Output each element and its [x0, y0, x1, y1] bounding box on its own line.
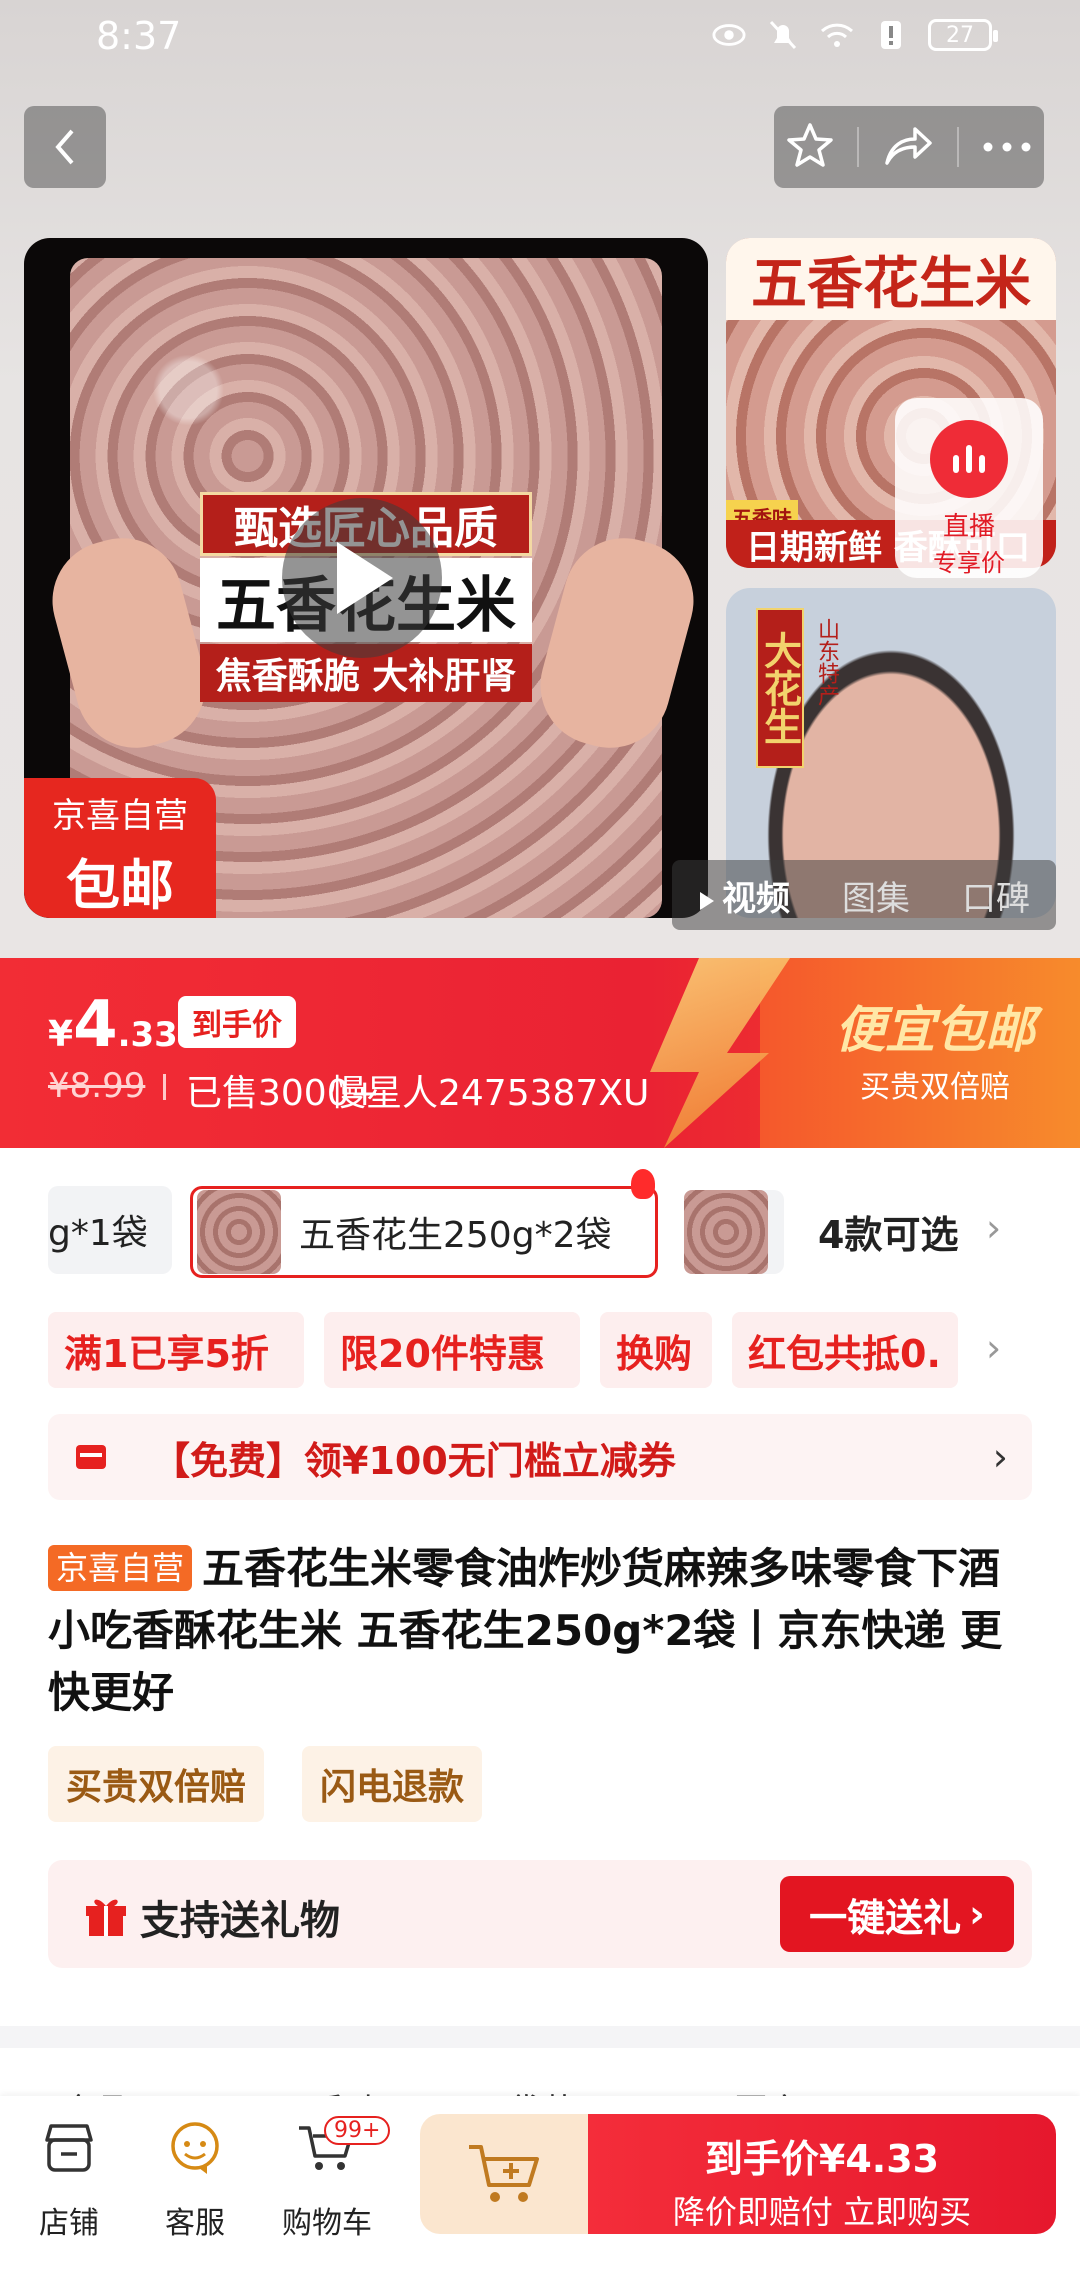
status-bar: 8:37 27 — [0, 0, 1080, 80]
more-icon — [983, 142, 1031, 151]
coupon-text: 【免费】领¥100无门槛立减券 — [152, 1438, 676, 1483]
share-icon — [885, 127, 932, 165]
service-tag[interactable]: 买贵双倍赔 — [48, 1746, 265, 1822]
chevron-right-icon[interactable]: › — [986, 1206, 1001, 1250]
media-tabs: 视频 图集 口碑 — [672, 860, 1056, 930]
promo-chips: 满1已享5折 限20件特惠 换购 红包共抵0. › — [48, 1312, 1080, 1388]
send-gift-button[interactable]: 一键送礼 › — [780, 1876, 1014, 1952]
favorite-button[interactable] — [786, 121, 834, 173]
battery-icon: 27 — [928, 19, 998, 51]
wifi-icon — [820, 18, 854, 52]
variant-thumbnail — [684, 1190, 768, 1274]
variant-option[interactable]: g*1袋 — [48, 1186, 172, 1274]
variant-label: 五香花生250g*2袋 — [299, 1215, 612, 1256]
product-page: 8:37 27 焦香酥脆 大补肝肾 京喜自营 包邮 五香花生米 五香味 日期新鲜… — [0, 0, 1080, 2280]
star-icon — [787, 123, 833, 167]
back-button[interactable] — [24, 106, 106, 188]
original-price: ¥8.99 — [48, 1066, 146, 1106]
cart-count-badge: 99+ — [324, 2116, 391, 2145]
buy-now-button[interactable]: 到手价¥4.33 降价即赔付 立即购买 — [588, 2114, 1056, 2234]
promo-title: 便宜包邮 — [835, 1001, 1035, 1059]
product-title: 京喜自营 五香花生米零食油炸炒货麻辣多味零食下酒小吃香酥花生米 五香花生250g*… — [48, 1538, 1038, 1724]
final-price-tag: 到手价 — [178, 996, 296, 1048]
customer-service-button[interactable]: 客服 — [140, 2116, 250, 2242]
add-to-cart-button[interactable] — [420, 2114, 590, 2234]
promo-subtitle: 买贵双倍赔 — [860, 1070, 1010, 1105]
promo-chip[interactable]: 换购 — [600, 1312, 712, 1388]
send-gift-label: 一键送礼 — [809, 1895, 962, 1940]
share-button[interactable] — [883, 123, 933, 171]
variant-option[interactable] — [684, 1190, 784, 1274]
promo-chip[interactable]: 红包共抵0. — [732, 1312, 958, 1388]
customer-service-label: 客服 — [165, 2206, 225, 2241]
nav-actions — [774, 106, 1044, 188]
variant-option-selected[interactable]: 五香花生250g*2袋 — [190, 1169, 658, 1278]
tab-video[interactable]: 视频 — [698, 871, 790, 920]
card-icon — [76, 1445, 106, 1469]
customer-service-icon — [171, 2122, 219, 2174]
chevron-right-icon[interactable]: › — [986, 1326, 1001, 1370]
add-to-cart-icon — [469, 2145, 539, 2202]
store-icon — [45, 2124, 93, 2172]
badge-line1: 京喜自营 — [52, 796, 188, 836]
overlay-user-name: 慢星人2475387XU — [330, 1073, 650, 1114]
price-currency: ¥ — [48, 1014, 74, 1055]
live-icon — [930, 420, 1008, 498]
promo-chip[interactable]: 限20件特惠 — [324, 1312, 580, 1388]
cart-label: 购物车 — [282, 2206, 372, 2241]
thumb2-vertical-sub: 山东特产 — [814, 618, 839, 706]
tab-video-label: 视频 — [722, 878, 790, 919]
promo-chip[interactable]: 满1已享5折 — [48, 1312, 304, 1388]
battery-level: 27 — [946, 22, 974, 48]
live-label: 直播 — [942, 512, 995, 542]
gift-icon — [86, 1899, 126, 1936]
more-button[interactable] — [982, 138, 1032, 157]
variant-count[interactable]: 4款可选 — [818, 1204, 958, 1259]
gift-text: 支持送礼物 — [140, 1898, 340, 1944]
store-label: 店铺 — [39, 2206, 99, 2241]
nav-divider — [956, 127, 959, 167]
price-decimal: .33 — [117, 1015, 178, 1055]
image-gallery: 8:37 27 焦香酥脆 大补肝肾 京喜自营 包邮 五香花生米 五香味 日期新鲜… — [0, 0, 1080, 958]
thumb1-title: 五香花生米 — [726, 238, 1056, 320]
final-price: ¥ 4 .33 — [48, 988, 178, 1062]
gift-support-row: 支持送礼物 一键送礼 › — [48, 1860, 1032, 1968]
nav-divider — [857, 127, 860, 167]
live-stream-button[interactable]: 直播 专享价 — [895, 398, 1043, 578]
store-button[interactable]: 店铺 — [14, 2116, 124, 2242]
price-divider — [163, 1074, 166, 1100]
section-divider — [0, 2026, 1080, 2048]
live-sub-label: 专享价 — [933, 549, 1005, 577]
alert-icon — [874, 18, 908, 52]
service-tag[interactable]: 闪电退款 — [302, 1746, 483, 1822]
mute-bell-icon — [766, 18, 800, 52]
chevron-right-icon: › — [969, 1892, 985, 1936]
shop-tag: 京喜自营 — [48, 1545, 193, 1591]
tab-reviews[interactable]: 口碑 — [962, 871, 1030, 920]
price-integer: 4 — [73, 988, 118, 1062]
tab-gallery[interactable]: 图集 — [842, 871, 910, 920]
thumb2-vertical-title: 大花生 — [756, 608, 804, 768]
jingxi-free-shipping-badge: 京喜自营 包邮 — [24, 778, 216, 918]
status-icons: 27 — [712, 18, 998, 52]
buy-price-label: 到手价¥4.33 — [704, 2137, 940, 2181]
variant-thumbnail — [197, 1190, 281, 1274]
play-small-icon — [700, 891, 714, 910]
back-arrow-icon — [55, 129, 74, 165]
chevron-right-icon: › — [992, 1435, 1008, 1479]
main-product-image[interactable]: 甄选匠心品质 五香花生米 焦香酥脆 大补肝肾 京喜自营 包邮 — [24, 238, 708, 918]
bottom-action-bar: 店铺 客服 购物车 99+ 到手价¥4.33 降价即赔付 立即购买 — [0, 2096, 1080, 2280]
coupon-banner[interactable]: 【免费】领¥100无门槛立减券 › — [48, 1414, 1032, 1500]
play-video-button[interactable] — [282, 498, 442, 658]
status-time: 8:37 — [96, 14, 182, 58]
price-banner: ¥ 4 .33 到手价 ¥8.99 已售3000+ 慢星人2475387XU 便… — [0, 958, 1080, 1148]
buy-sub-label: 降价即赔付 立即购买 — [672, 2193, 972, 2231]
badge-line2: 包邮 — [66, 854, 174, 917]
variant-selector: g*1袋 五香花生250g*2袋 4款可选 › — [48, 1169, 1080, 1278]
eye-icon — [712, 18, 746, 52]
hot-flame-icon — [631, 1169, 655, 1199]
play-icon — [337, 542, 393, 614]
